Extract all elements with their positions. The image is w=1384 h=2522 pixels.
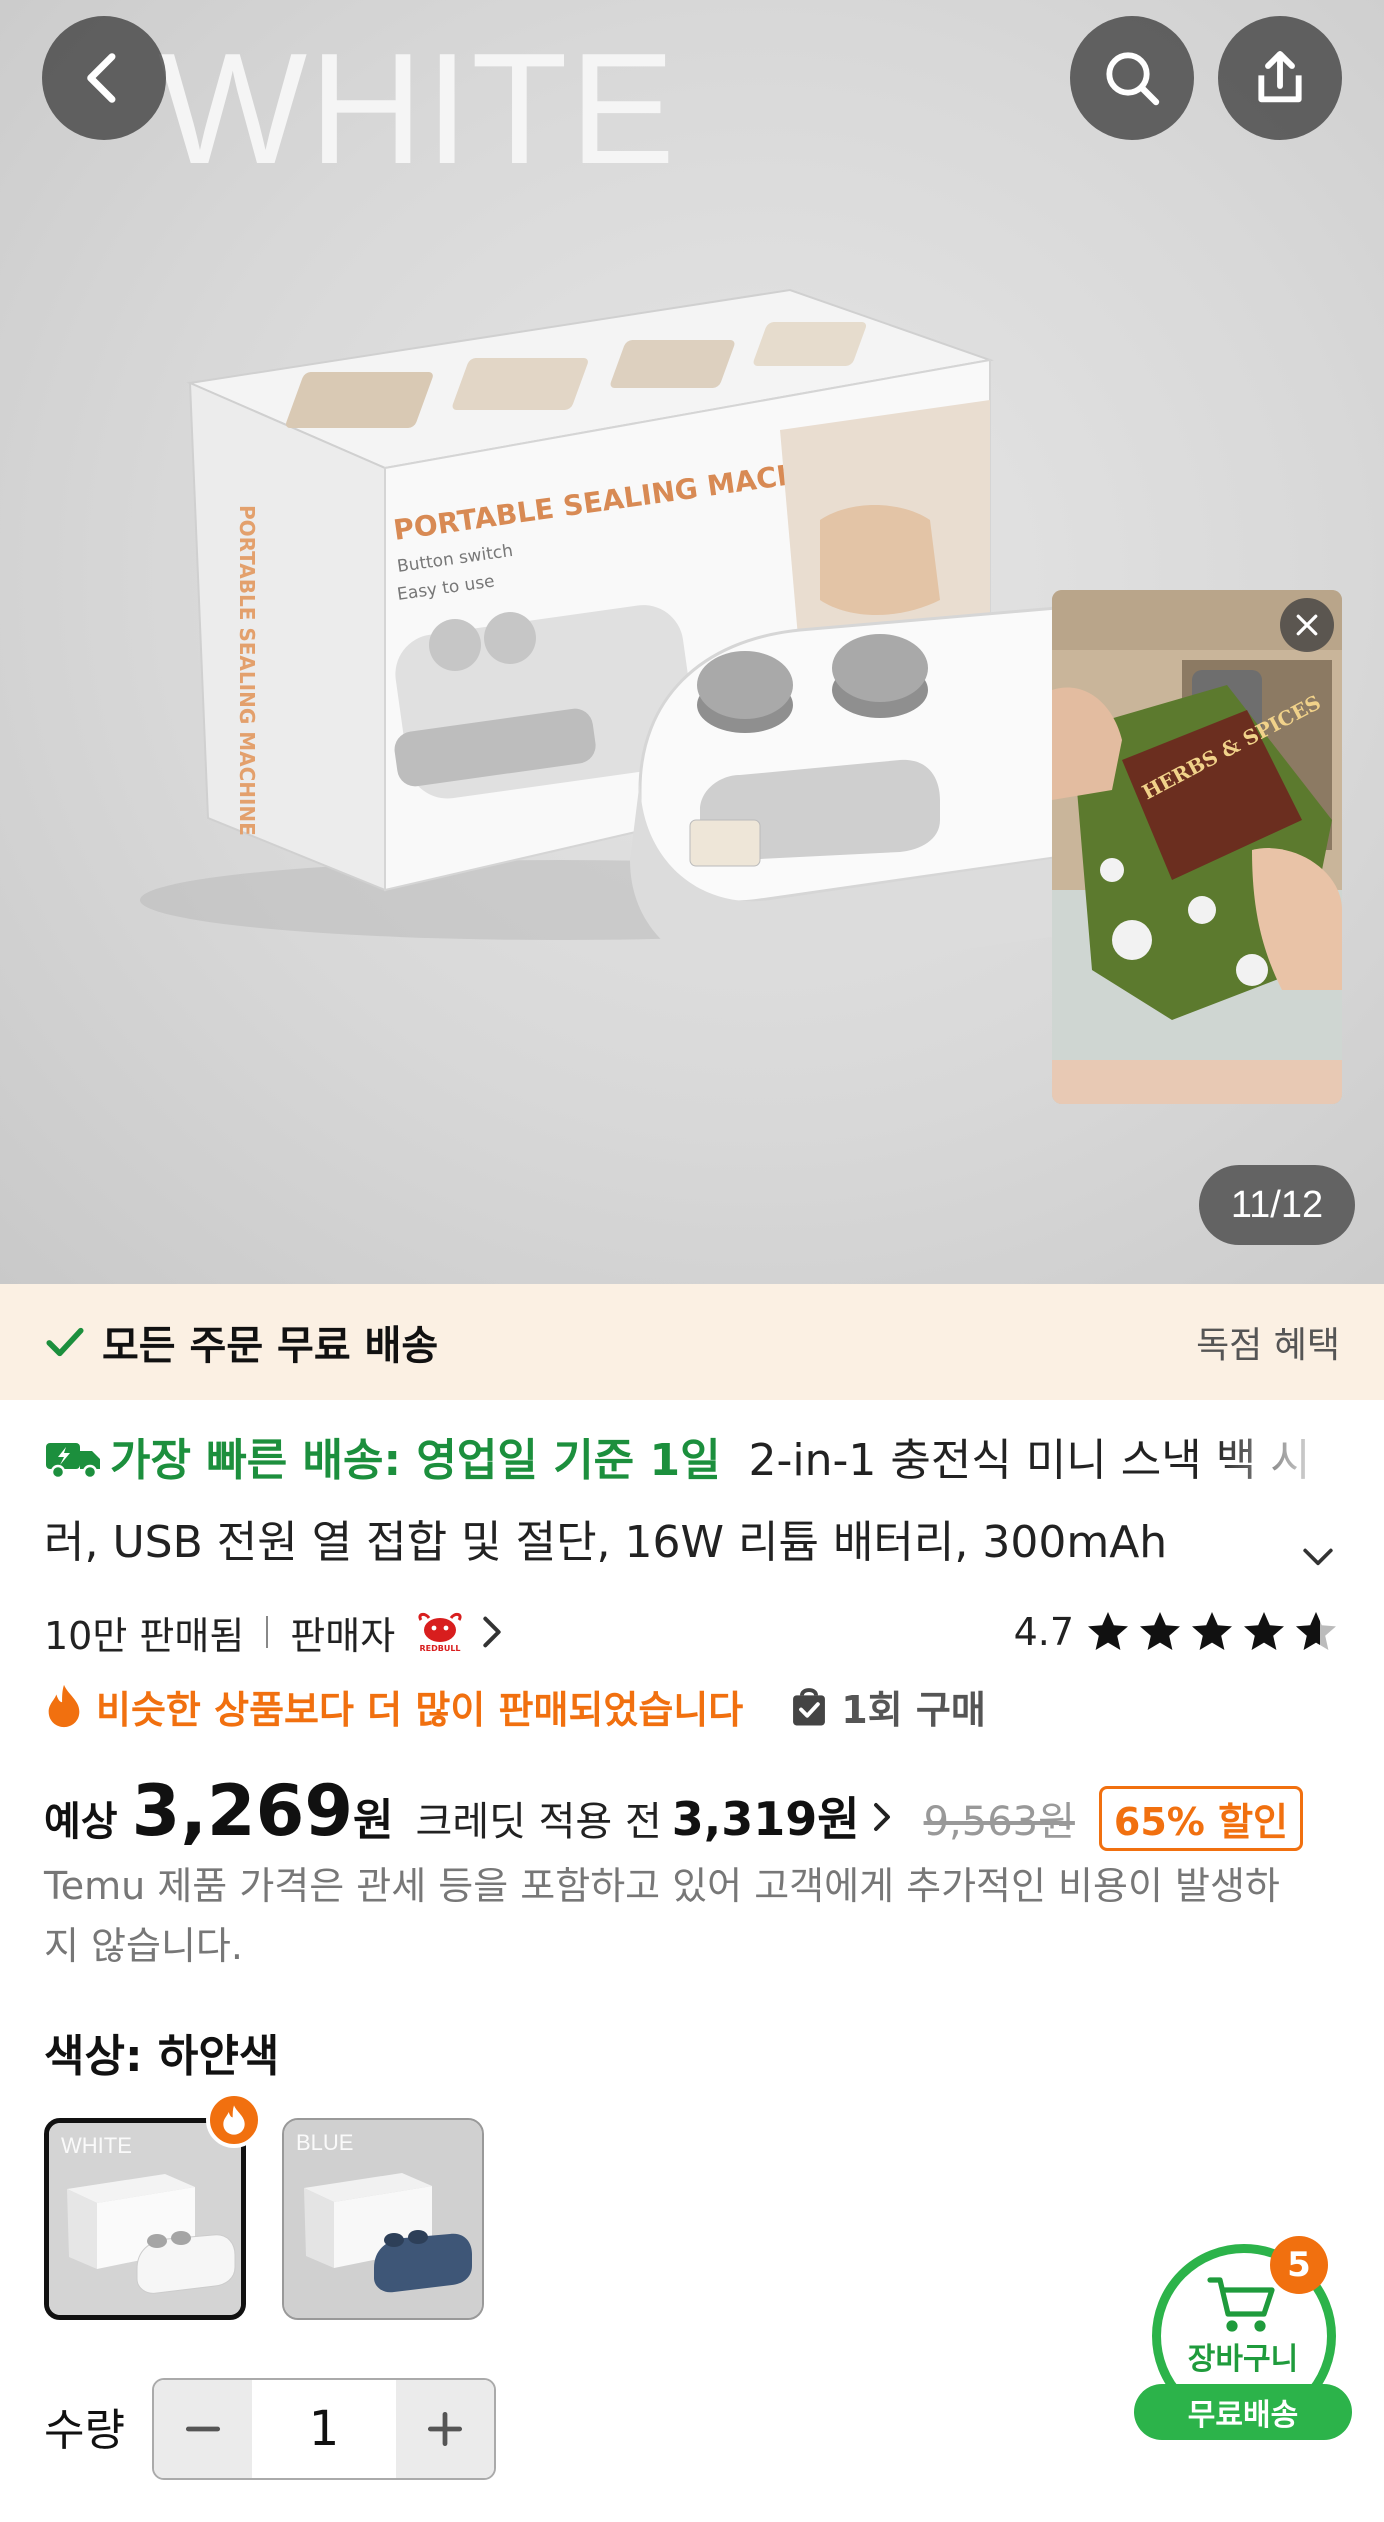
purchase-count-text: 1회 구매 <box>841 1687 986 1732</box>
fast-delivery-label: 가장 빠른 배송: 영업일 기준 1일 <box>110 1435 721 1486</box>
product-title[interactable]: 가장 빠른 배송: 영업일 기준 1일 2-in-1 충전식 미니 스낵 백 시… <box>44 1420 1334 1584</box>
popularity-row: 비슷한 상품보다 더 많이 판매되었습니다 1회 구매 <box>44 1676 986 1736</box>
svg-text:PORTABLE SEALING MACHINE: PORTABLE SEALING MACHINE <box>235 505 259 836</box>
delivery-truck-icon <box>46 1443 100 1480</box>
star-half-icon <box>1296 1612 1336 1650</box>
sale-price: 3,269 <box>131 1770 354 1852</box>
original-price: 9,563원 <box>923 1799 1075 1845</box>
search-icon <box>1106 52 1160 106</box>
rating[interactable]: 4.7 <box>1014 1608 1340 1656</box>
minus-icon <box>185 2426 221 2432</box>
chevron-right-icon[interactable] <box>477 1612 507 1652</box>
sales-seller-row: 10만 판매됨 판매자 REDBULL 4.7 <box>44 1602 1340 1662</box>
chevron-down-icon[interactable] <box>1296 1534 1340 1578</box>
sales-count: 10만 판매됨 <box>44 1613 245 1658</box>
price-currency: 원 <box>353 1795 394 1846</box>
decrease-button[interactable] <box>154 2380 252 2478</box>
credit-label[interactable]: 크레딧 적용 전 <box>416 1789 662 1847</box>
exclusive-benefit-link[interactable]: 독점 혜택 <box>1196 1316 1340 1368</box>
popularity-text: 비슷한 상품보다 더 많이 판매되었습니다 <box>96 1687 744 1732</box>
quantity-stepper: 1 <box>152 2378 496 2480</box>
hot-badge <box>206 2092 262 2148</box>
swatch-label: WHITE <box>61 2133 132 2158</box>
svg-text:REDBULL: REDBULL <box>420 1644 461 1653</box>
free-shipping-text: 모든 주문 무료 배송 <box>102 1323 439 1369</box>
rating-value: 4.7 <box>1013 1610 1074 1654</box>
purchase-count: 1회 구매 <box>787 1679 986 1734</box>
quantity-value[interactable]: 1 <box>252 2380 396 2478</box>
video-preview[interactable]: HERBS & SPICES <box>1052 590 1342 1104</box>
chevron-right-icon[interactable] <box>870 1799 894 1835</box>
color-label: 색상: 하얀색 <box>44 2031 280 2082</box>
seller-label[interactable]: 판매자 <box>290 1605 395 1660</box>
video-thumbnail: HERBS & SPICES <box>1052 590 1342 1104</box>
cart-icon <box>1207 2277 1275 2332</box>
discount-badge: 65% 할인 <box>1098 1786 1303 1851</box>
star-icon <box>1140 1612 1180 1650</box>
star-icon <box>1192 1612 1232 1650</box>
plus-icon <box>427 2411 463 2447</box>
free-shipping-banner[interactable]: 모든 주문 무료 배송 독점 혜택 <box>0 1284 1384 1400</box>
image-counter: 11/12 <box>1199 1165 1355 1245</box>
share-icon <box>1258 51 1302 103</box>
check-icon <box>46 1327 84 1357</box>
credit-price[interactable]: 3,319원 <box>672 1783 860 1849</box>
increase-button[interactable] <box>396 2380 494 2478</box>
color-option-blue[interactable]: BLUE <box>282 2118 484 2320</box>
product-image-gallery[interactable]: WHITE PORTABLE SEALING MACHINE Button sw… <box>0 0 1384 1284</box>
shopping-bag-check-icon <box>793 1688 826 1726</box>
cart-label: 장바구니 <box>1187 2342 1299 2377</box>
close-video-button[interactable] <box>1280 598 1334 652</box>
color-option-white[interactable]: WHITE <box>44 2118 246 2320</box>
star-icon <box>1088 1612 1128 1650</box>
divider <box>266 1616 269 1648</box>
share-button[interactable] <box>1218 16 1342 140</box>
price-notice: Temu 제품 가격은 관세 등을 포함하고 있어 고객에게 추가적인 비용이 … <box>44 1864 1280 1968</box>
cart-count-badge: 5 <box>1270 2236 1328 2294</box>
chevron-left-icon <box>87 53 116 103</box>
price-row: 예상 3,269 원 크레딧 적용 전 3,319원 9,563원 65% 할인 <box>44 1770 1303 1860</box>
swatch-label: BLUE <box>296 2130 354 2155</box>
quantity-label: 수량 <box>44 2405 125 2456</box>
estimated-label: 예상 <box>44 1799 118 1845</box>
seller-logo[interactable]: REDBULL <box>413 1610 467 1654</box>
search-button[interactable] <box>1070 16 1194 140</box>
back-button[interactable] <box>42 16 166 140</box>
cart-button[interactable]: 장바구니 5 무료배송 <box>1134 2236 1352 2440</box>
close-icon <box>1296 614 1318 636</box>
star-icon <box>1244 1612 1284 1650</box>
flame-icon <box>223 2105 245 2135</box>
free-shipping-pill: 무료배송 <box>1134 2384 1352 2440</box>
flame-icon <box>48 1684 80 1728</box>
